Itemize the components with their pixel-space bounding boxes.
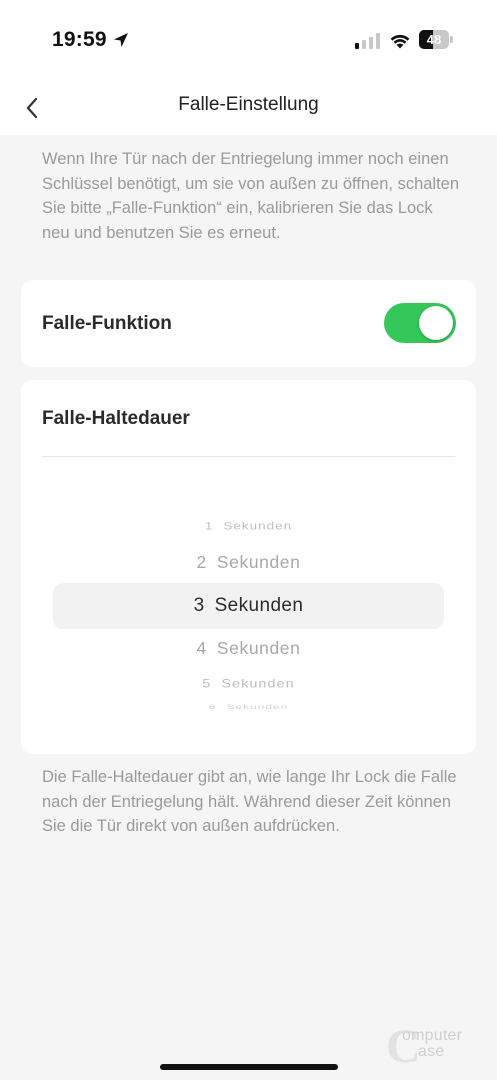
- hold-duration-description: Die Falle-Haltedauer gibt an, wie lange …: [42, 768, 457, 835]
- status-bar: 19:59 48: [0, 0, 497, 80]
- home-indicator[interactable]: [160, 1064, 338, 1070]
- picker-option-2[interactable]: 2 Sekunden: [21, 552, 476, 573]
- divider: [42, 456, 455, 457]
- location-arrow-icon: [114, 33, 128, 47]
- picker-option-6[interactable]: 6 Sekunden: [21, 703, 476, 711]
- wifi-icon: [390, 34, 410, 49]
- picker-option-3-selected[interactable]: 3 Sekunden: [21, 595, 476, 617]
- picker-option-1[interactable]: 1 Sekunden: [21, 519, 476, 532]
- falle-function-label: Falle-Funktion: [42, 313, 172, 334]
- toggle-knob: [419, 306, 453, 340]
- computerbase-watermark: C omputer ase: [386, 1020, 491, 1073]
- intro-description: Wenn Ihre Tür nach der Entriegelung imme…: [42, 150, 460, 242]
- status-time: 19:59: [52, 28, 107, 51]
- falle-function-toggle[interactable]: [384, 303, 456, 343]
- signal-icon: [355, 33, 380, 49]
- battery-icon: 48: [419, 30, 453, 49]
- hold-duration-title: Falle-Haltedauer: [42, 408, 190, 429]
- falle-function-card: Falle-Funktion: [21, 280, 476, 367]
- watermark-line-2: ase: [418, 1043, 445, 1060]
- picker-option-5[interactable]: 5 Sekunden: [21, 677, 476, 691]
- battery-level: 48: [426, 32, 442, 47]
- page-title: Falle-Einstellung: [178, 94, 319, 115]
- hold-duration-card: Falle-Haltedauer 1 Sekunden 2 Sekunden 3 Se…: [21, 380, 476, 754]
- nav-bar: Falle-Einstellung: [0, 80, 497, 135]
- picker-option-4[interactable]: 4 Sekunden: [21, 638, 476, 659]
